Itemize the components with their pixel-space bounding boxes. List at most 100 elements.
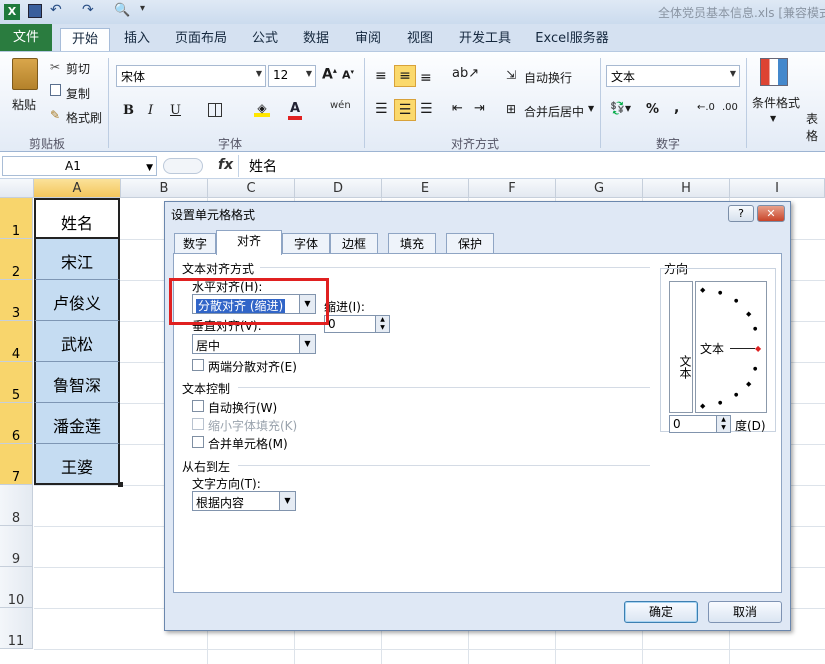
- align-bottom-icon[interactable]: ≡: [420, 70, 432, 86]
- tab-review[interactable]: 审阅: [348, 28, 388, 51]
- column-header-g[interactable]: G: [556, 179, 643, 198]
- cell-a2[interactable]: 宋江: [34, 239, 120, 280]
- shrink-font-icon[interactable]: A▾: [342, 68, 354, 82]
- wrap-text-icon[interactable]: ⇲: [506, 68, 516, 82]
- tab-developer[interactable]: 开发工具: [452, 28, 518, 51]
- column-header-a[interactable]: A: [34, 179, 121, 198]
- column-header-c[interactable]: C: [208, 179, 295, 198]
- tab-alignment[interactable]: 对齐: [216, 230, 282, 255]
- tab-data[interactable]: 数据: [296, 28, 336, 51]
- ok-button[interactable]: 确定: [624, 601, 698, 623]
- cell-a3[interactable]: 卢俊义: [34, 280, 120, 321]
- indent-spinner[interactable]: 0 ▲ ▼: [324, 315, 390, 333]
- conditional-format-button[interactable]: 条件格式: [752, 94, 800, 111]
- row-header-10[interactable]: 10: [0, 567, 33, 608]
- italic-button[interactable]: I: [148, 103, 153, 118]
- number-format-combo[interactable]: 文本 ▼: [606, 65, 740, 87]
- tab-font[interactable]: 字体: [282, 233, 330, 254]
- font-size-combo[interactable]: 12 ▼: [268, 65, 316, 87]
- cell-a6[interactable]: 潘金莲: [34, 403, 120, 444]
- fill-color-icon[interactable]: ◈: [254, 101, 270, 117]
- cell-a1[interactable]: 姓名: [34, 198, 120, 239]
- font-color-icon[interactable]: A: [288, 101, 302, 120]
- column-header-i[interactable]: I: [730, 179, 825, 198]
- tab-formulas[interactable]: 公式: [245, 28, 285, 51]
- chevron-down-icon[interactable]: ▼: [588, 104, 594, 113]
- tab-number[interactable]: 数字: [174, 233, 216, 254]
- chevron-down-icon[interactable]: ▼: [770, 114, 776, 123]
- row-header-8[interactable]: 8: [0, 485, 33, 526]
- tab-home[interactable]: 开始: [60, 28, 110, 51]
- row-header-7[interactable]: 7: [0, 444, 33, 485]
- underline-button[interactable]: U: [170, 103, 181, 118]
- currency-icon[interactable]: 💱▾: [610, 101, 631, 115]
- close-button[interactable]: ✕: [757, 205, 785, 222]
- fill-handle[interactable]: [118, 482, 123, 487]
- text-direction-dropdown[interactable]: 根据内容 ▼: [192, 491, 296, 511]
- name-box[interactable]: A1 ▼: [2, 156, 157, 176]
- wrap-text-checkbox[interactable]: [192, 400, 204, 412]
- cut-button[interactable]: 剪切: [66, 60, 90, 77]
- row-header-1[interactable]: 1: [0, 198, 33, 239]
- justify-distributed-checkbox[interactable]: [192, 359, 204, 371]
- percent-button[interactable]: %: [646, 102, 659, 117]
- formula-divider-handle[interactable]: [163, 158, 203, 174]
- wrap-text-button[interactable]: 自动换行: [524, 69, 572, 86]
- align-top-icon[interactable]: ≡: [375, 68, 387, 84]
- save-icon[interactable]: [28, 4, 42, 18]
- tab-page-layout[interactable]: 页面布局: [168, 28, 234, 51]
- orientation-icon[interactable]: ab↗: [452, 66, 479, 81]
- align-middle-icon[interactable]: ≡: [394, 65, 416, 87]
- merge-center-icon[interactable]: ⊞: [506, 102, 516, 116]
- tab-border[interactable]: 边框: [330, 233, 378, 254]
- help-button[interactable]: ?: [728, 205, 754, 222]
- row-header-6[interactable]: 6: [0, 403, 33, 444]
- column-header-e[interactable]: E: [382, 179, 469, 198]
- paste-button[interactable]: 粘贴: [12, 96, 36, 113]
- vertical-align-dropdown[interactable]: 居中 ▼: [192, 334, 316, 354]
- orientation-dial[interactable]: 文本 ◆ ◆ ● ● ◆ ● ● ◆ ● ● ◆: [695, 281, 767, 413]
- brush-icon[interactable]: ✎: [50, 108, 60, 122]
- paste-icon[interactable]: [12, 58, 38, 90]
- phonetic-icon[interactable]: wén: [330, 100, 351, 111]
- redo-icon[interactable]: ↷: [82, 2, 94, 18]
- print-preview-icon[interactable]: 🔍: [114, 3, 130, 18]
- cell-a4[interactable]: 武松: [34, 321, 120, 362]
- tab-protection[interactable]: 保护: [446, 233, 494, 254]
- increase-indent-icon[interactable]: ⇥: [474, 101, 485, 116]
- font-name-combo[interactable]: 宋体 ▼: [116, 65, 266, 87]
- decrease-decimal-icon[interactable]: .00: [722, 102, 738, 113]
- shrink-to-fit-checkbox[interactable]: [192, 418, 204, 430]
- column-header-b[interactable]: B: [121, 179, 208, 198]
- select-all-corner[interactable]: [0, 179, 34, 198]
- degrees-spinner[interactable]: 0 ▲ ▼: [669, 415, 731, 433]
- copy-button[interactable]: 复制: [66, 85, 90, 102]
- borders-icon[interactable]: [208, 103, 222, 117]
- tab-insert[interactable]: 插入: [115, 28, 159, 51]
- row-header-9[interactable]: 9: [0, 526, 33, 567]
- increase-decimal-icon[interactable]: ←.0: [697, 102, 715, 113]
- column-header-f[interactable]: F: [469, 179, 556, 198]
- column-header-d[interactable]: D: [295, 179, 382, 198]
- cancel-button[interactable]: 取消: [708, 601, 782, 623]
- align-center-icon[interactable]: ☰: [394, 99, 416, 121]
- undo-icon[interactable]: ↶: [50, 2, 62, 18]
- column-header-h[interactable]: H: [643, 179, 730, 198]
- tab-excel-server[interactable]: Excel服务器: [530, 28, 614, 51]
- row-header-3[interactable]: 3: [0, 280, 33, 321]
- cell-a5[interactable]: 鲁智深: [34, 362, 120, 403]
- tab-fill[interactable]: 填充: [388, 233, 436, 254]
- insert-function-button[interactable]: fx: [218, 157, 233, 173]
- align-left-icon[interactable]: ☰: [375, 101, 388, 117]
- formula-input[interactable]: 姓名: [249, 156, 277, 176]
- table-format-button[interactable]: 表格: [806, 110, 825, 144]
- bold-button[interactable]: B: [123, 103, 134, 118]
- copy-icon[interactable]: [50, 84, 61, 96]
- grow-font-icon[interactable]: A▴: [322, 66, 337, 83]
- align-right-icon[interactable]: ☰: [420, 101, 433, 117]
- qat-customize-icon[interactable]: ▾: [140, 3, 145, 14]
- vertical-text-box[interactable]: 文本: [669, 281, 693, 413]
- row-header-2[interactable]: 2: [0, 239, 33, 280]
- conditional-format-icon[interactable]: [760, 58, 788, 86]
- row-header-5[interactable]: 5: [0, 362, 33, 403]
